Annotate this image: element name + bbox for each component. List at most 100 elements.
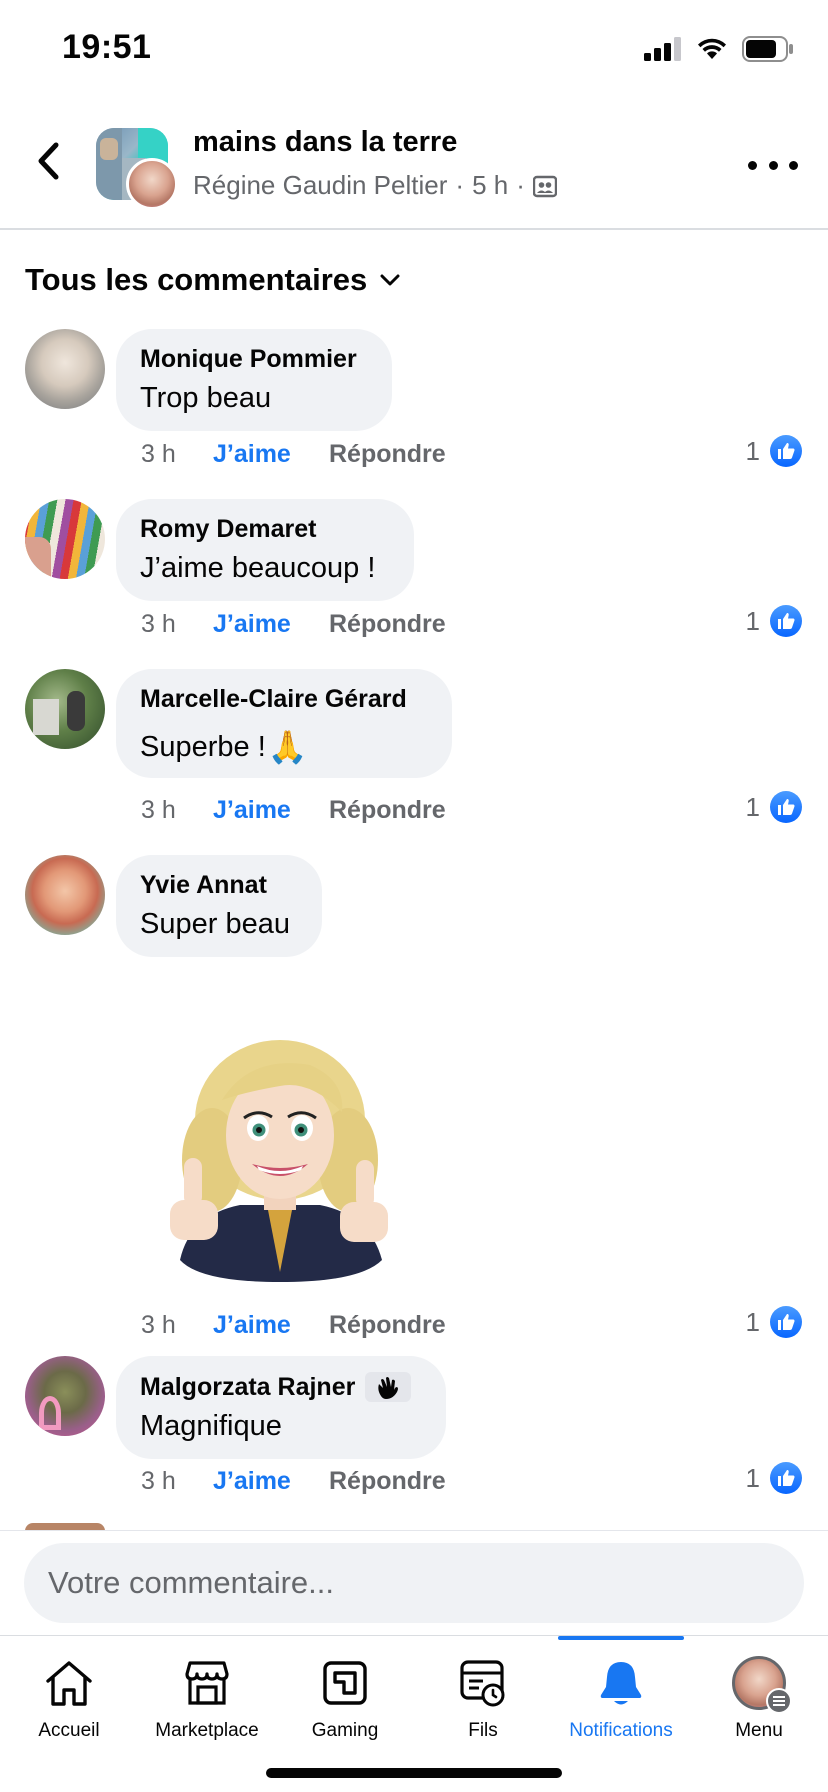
status-time: 19:51 (62, 28, 152, 66)
comment-text: Trop beau (140, 382, 272, 414)
comment-bubble[interactable]: Marcelle-Claire Gérard Superbe ! 🙏 (116, 669, 452, 778)
like-count-number: 1 (745, 435, 760, 466)
like-count[interactable]: 1 (746, 1306, 802, 1338)
comment-input[interactable] (24, 1543, 804, 1623)
comment-bubble[interactable]: Yvie Annat Super beau (116, 855, 322, 957)
commenter-avatar[interactable] (25, 329, 105, 409)
tab-notifications[interactable]: Notifications (552, 1636, 690, 1756)
commenter-avatar[interactable] (25, 1356, 105, 1436)
comment-bubble[interactable]: Monique Pommier Trop beau (116, 329, 392, 431)
praying-hands-emoji: 🙏 (267, 729, 308, 765)
comment-text-row: Superbe ! 🙏 (140, 728, 428, 766)
comment-author[interactable]: Monique Pommier (140, 345, 368, 374)
comment-author[interactable]: Romy Demaret (140, 515, 390, 544)
gaming-icon (322, 1656, 368, 1710)
comment-time: 3 h (141, 1311, 176, 1339)
comment-time: 3 h (141, 610, 176, 638)
avatar-thumbs-up-sticker[interactable] (160, 1020, 400, 1285)
comment-author-row: Malgorzata Rajner (140, 1372, 422, 1402)
meta-separator: · (455, 170, 465, 200)
comment-author[interactable]: Malgorzata Rajner (140, 1373, 355, 1402)
reply-button[interactable]: Répondre (329, 610, 446, 639)
comment-bubble[interactable]: Romy Demaret J’aime beaucoup ! (116, 499, 414, 601)
author-avatar[interactable] (126, 158, 178, 210)
tab-label: Menu (735, 1720, 783, 1741)
tab-label: Marketplace (155, 1720, 259, 1741)
status-bar: 19:51 (0, 0, 828, 100)
marketplace-icon (182, 1656, 232, 1710)
like-button[interactable]: J’aime (213, 796, 329, 825)
tab-feeds[interactable]: Fils (414, 1636, 552, 1756)
post-time: 5 h (472, 170, 509, 200)
like-reaction-icon (770, 791, 802, 823)
comment-actions: 3 h J’aime Répondre (141, 796, 446, 825)
like-count[interactable]: 1 (746, 605, 802, 637)
reply-button[interactable]: Répondre (329, 796, 446, 825)
feeds-icon (459, 1656, 507, 1710)
comment-text: Magnifique (140, 1410, 282, 1442)
tab-menu[interactable]: Menu (690, 1636, 828, 1756)
more-dot (789, 160, 798, 170)
menu-icon (766, 1688, 792, 1714)
meta-separator: · (516, 170, 525, 200)
chevron-down-icon (380, 274, 400, 286)
back-button[interactable] (28, 138, 68, 184)
more-dot (768, 160, 778, 170)
comment-actions: 3 h J’aime Répondre (141, 1311, 446, 1340)
comment-composer (0, 1530, 828, 1635)
tab-label: Gaming (311, 1720, 379, 1741)
tab-label: Accueil (38, 1720, 100, 1741)
tab-home[interactable]: Accueil (0, 1636, 138, 1756)
like-count-number: 1 (745, 605, 760, 636)
home-indicator (266, 1768, 562, 1778)
comment-text: Super beau (140, 908, 290, 940)
battery-icon (742, 36, 793, 62)
tab-label: Fils (468, 1720, 498, 1741)
like-count[interactable]: 1 (746, 791, 802, 823)
like-button[interactable]: J’aime (213, 1311, 329, 1340)
reply-button[interactable]: Répondre (329, 440, 446, 469)
comment-time: 3 h (141, 796, 176, 824)
post-meta: Régine Gaudin Peltier · 5 h · (193, 170, 557, 201)
comment-time: 3 h (141, 1467, 176, 1495)
reply-button[interactable]: Répondre (329, 1467, 446, 1496)
tab-gaming[interactable]: Gaming (276, 1636, 414, 1756)
like-button[interactable]: J’aime (213, 1467, 329, 1496)
chevron-left-icon (38, 142, 59, 180)
comment-actions: 3 h J’aime Répondre (141, 440, 446, 469)
wifi-icon (698, 38, 726, 59)
post-author[interactable]: Régine Gaudin Peltier (193, 170, 447, 201)
profile-avatar (732, 1656, 792, 1714)
comments-filter-label: Tous les commentaires (25, 262, 368, 297)
comment-bubble[interactable]: Malgorzata Rajner Magnifique (116, 1356, 446, 1459)
like-reaction-icon (770, 435, 802, 467)
comment-text: Superbe ! (140, 730, 266, 763)
comment-author[interactable]: Marcelle-Claire Gérard (140, 685, 428, 714)
like-button[interactable]: J’aime (213, 440, 329, 469)
home-icon (43, 1656, 95, 1710)
like-count[interactable]: 1 (746, 435, 802, 467)
comment-time: 3 h (141, 440, 176, 468)
status-icons (644, 36, 794, 62)
commenter-avatar[interactable] (25, 855, 105, 935)
commenter-avatar[interactable] (25, 669, 105, 749)
like-count[interactable]: 1 (746, 1462, 802, 1494)
tab-marketplace[interactable]: Marketplace (138, 1636, 276, 1756)
comment-actions: 3 h J’aime Répondre (141, 1467, 446, 1496)
more-dot (748, 160, 757, 170)
tab-label: Notifications (569, 1720, 673, 1741)
like-reaction-icon (770, 1306, 802, 1338)
comment-author[interactable]: Yvie Annat (140, 871, 298, 900)
comments-filter[interactable]: Tous les commentaires (25, 262, 401, 298)
comment-text: J’aime beaucoup ! (140, 552, 376, 584)
like-reaction-icon (770, 605, 802, 637)
cellular-signal-icon (644, 37, 681, 61)
post-header: mains dans la terre Régine Gaudin Peltie… (0, 100, 828, 230)
commenter-avatar[interactable] (25, 499, 105, 579)
like-button[interactable]: J’aime (213, 610, 329, 639)
like-reaction-icon (770, 1462, 802, 1494)
like-count-number: 1 (745, 1306, 760, 1337)
more-options-button[interactable] (748, 150, 798, 180)
group-name[interactable]: mains dans la terre (193, 126, 457, 159)
reply-button[interactable]: Répondre (329, 1311, 446, 1340)
